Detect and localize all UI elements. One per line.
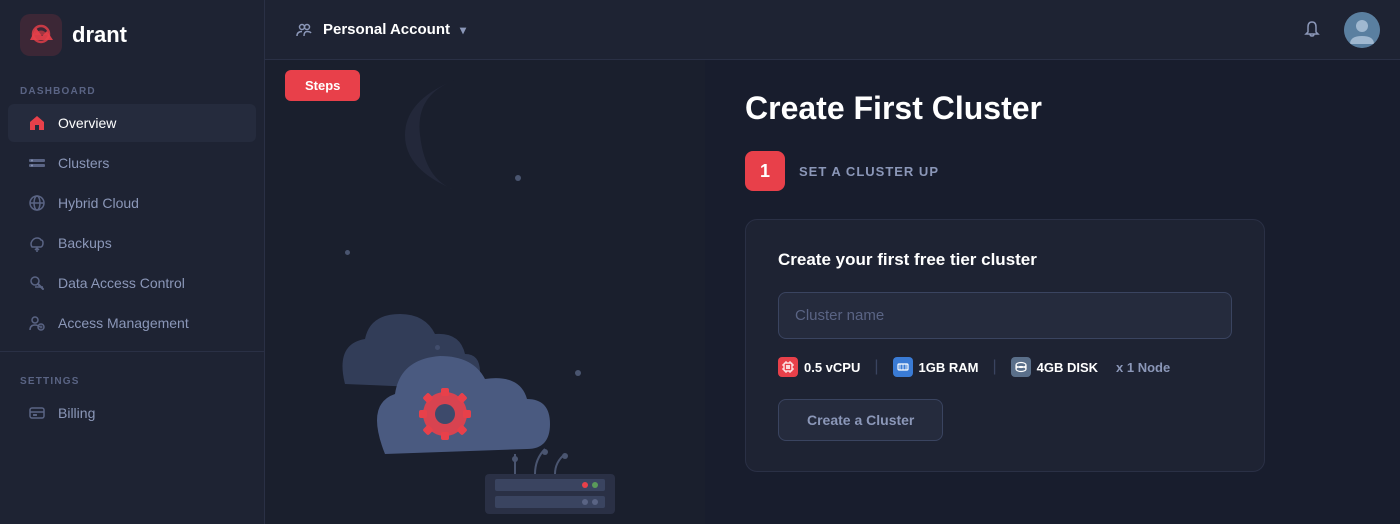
- steps-button[interactable]: Steps: [285, 70, 360, 101]
- sidebar-item-hybrid-cloud[interactable]: Hybrid Cloud: [8, 184, 256, 222]
- content-area: Steps: [265, 60, 1400, 524]
- account-selector[interactable]: Personal Account ▾: [285, 15, 476, 45]
- chevron-down-icon: ▾: [460, 23, 466, 37]
- topbar: Personal Account ▾: [265, 0, 1400, 60]
- disk-spec: 4GB DISK: [1011, 357, 1098, 377]
- sidebar-item-overview[interactable]: Overview: [8, 104, 256, 142]
- step-indicator: 1 SET A CLUSTER UP: [745, 151, 1360, 191]
- notifications-button[interactable]: [1294, 12, 1330, 48]
- cpu-icon: [778, 357, 798, 377]
- sidebar-item-backups[interactable]: Backups: [8, 224, 256, 262]
- hybrid-cloud-icon: [28, 194, 46, 212]
- sidebar-item-backups-label: Backups: [58, 235, 112, 251]
- specs-row: 0.5 vCPU | 1GB RAM: [778, 357, 1232, 377]
- cluster-name-input[interactable]: [778, 292, 1232, 339]
- dot-decoration-1: [515, 175, 521, 181]
- cpu-spec: 0.5 vCPU: [778, 357, 860, 377]
- ram-icon: [893, 357, 913, 377]
- ram-value: 1GB RAM: [919, 360, 979, 375]
- settings-section-label: SETTINGS: [0, 360, 264, 393]
- disk-icon: [1011, 357, 1031, 377]
- page-title: Create First Cluster: [745, 90, 1360, 127]
- step-label: SET A CLUSTER UP: [799, 164, 939, 179]
- illustration-panel: Steps: [265, 60, 705, 524]
- avatar[interactable]: [1344, 12, 1380, 48]
- clusters-icon: [28, 154, 46, 172]
- create-panel: Create First Cluster 1 SET A CLUSTER UP …: [705, 60, 1400, 524]
- data-access-icon: [28, 274, 46, 292]
- topbar-right: [1294, 12, 1380, 48]
- main-area: Personal Account ▾ Steps: [265, 0, 1400, 524]
- moon-decoration: [395, 70, 485, 200]
- ram-spec: 1GB RAM: [893, 357, 979, 377]
- cloud-illustration: [285, 184, 685, 524]
- logo-text: drant: [72, 22, 127, 48]
- logo-icon: [20, 14, 62, 56]
- step-number: 1: [745, 151, 785, 191]
- sidebar-item-clusters[interactable]: Clusters: [8, 144, 256, 182]
- sidebar-item-access-mgmt[interactable]: Access Management: [8, 304, 256, 342]
- sidebar-item-billing-label: Billing: [58, 405, 95, 421]
- account-name: Personal Account: [323, 21, 450, 38]
- people-icon: [295, 21, 313, 39]
- sidebar-item-overview-label: Overview: [58, 115, 116, 131]
- cpu-value: 0.5 vCPU: [804, 360, 860, 375]
- form-subtitle: Create your first free tier cluster: [778, 250, 1232, 270]
- create-cluster-button[interactable]: Create a Cluster: [778, 399, 943, 441]
- bell-icon: [1301, 19, 1323, 41]
- sidebar-item-clusters-label: Clusters: [58, 155, 109, 171]
- sidebar-item-data-access[interactable]: Data Access Control: [8, 264, 256, 302]
- sidebar-item-hybrid-cloud-label: Hybrid Cloud: [58, 195, 139, 211]
- sidebar: drant DASHBOARD Overview Clusters: [0, 0, 265, 524]
- backups-icon: [28, 234, 46, 252]
- billing-icon: [28, 404, 46, 422]
- sidebar-item-data-access-label: Data Access Control: [58, 275, 185, 291]
- sidebar-item-access-mgmt-label: Access Management: [58, 315, 189, 331]
- sidebar-item-billing[interactable]: Billing: [8, 394, 256, 432]
- logo-area: drant: [0, 0, 264, 70]
- home-icon: [28, 114, 46, 132]
- disk-value: 4GB DISK: [1037, 360, 1098, 375]
- dashboard-section-label: DASHBOARD: [0, 70, 264, 103]
- sidebar-divider: [0, 351, 264, 352]
- access-mgmt-icon: [28, 314, 46, 332]
- form-card: Create your first free tier cluster: [745, 219, 1265, 472]
- node-count: x 1 Node: [1116, 360, 1170, 375]
- spec-divider-2: |: [992, 358, 996, 376]
- spec-divider-1: |: [874, 358, 878, 376]
